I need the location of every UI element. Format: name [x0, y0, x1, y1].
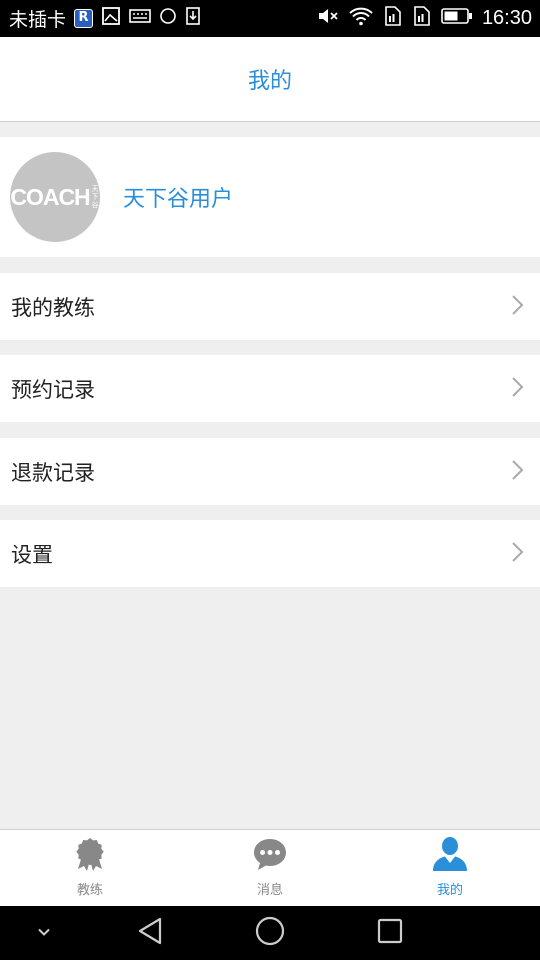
status-bar: 未插卡 R 16:30: [0, 0, 540, 37]
clock: 16:30: [481, 7, 532, 29]
menu-item-refund-records[interactable]: 退款记录: [0, 438, 540, 505]
circle-icon: [159, 7, 177, 30]
menu-item-label: 预约记录: [11, 377, 95, 402]
menu-item-label: 我的教练: [11, 295, 95, 320]
recent-apps-icon[interactable]: [376, 917, 404, 949]
page-header: 我的: [0, 37, 540, 122]
avatar[interactable]: COACH 天下谷: [10, 152, 100, 242]
tab-label: 我的: [436, 883, 463, 898]
menu-item-label: 退款记录: [11, 460, 95, 485]
profile-card[interactable]: COACH 天下谷 天下谷用户: [0, 137, 540, 257]
keyboard-icon: [129, 6, 151, 31]
sim1-icon: [383, 5, 403, 32]
back-icon[interactable]: [136, 916, 164, 950]
bottom-tab-bar: 教练 消息 我的: [0, 829, 540, 906]
menu-item-settings[interactable]: 设置: [0, 520, 540, 587]
chevron-right-icon: [510, 294, 524, 320]
system-nav-bar: [0, 906, 540, 960]
menu-item-label: 设置: [11, 542, 53, 567]
menu-item-booking-records[interactable]: 预约记录: [0, 355, 540, 422]
tab-label: 消息: [256, 883, 283, 898]
wifi-icon: [348, 6, 374, 31]
tab-label: 教练: [76, 883, 103, 898]
chevron-right-icon: [510, 459, 524, 485]
avatar-logo-subtext: 天下谷: [91, 185, 99, 209]
battery-icon: [441, 7, 473, 30]
page-title: 我的: [247, 69, 292, 94]
download-icon: [185, 6, 201, 31]
tab-me[interactable]: 我的: [360, 830, 540, 906]
avatar-logo-text: COACH: [10, 183, 90, 210]
home-icon[interactable]: [254, 915, 286, 951]
chevron-right-icon: [510, 541, 524, 567]
image-icon: [101, 6, 121, 31]
carrier-label: 未插卡: [9, 9, 67, 31]
tab-messages[interactable]: 消息: [180, 830, 360, 906]
medal-icon: [73, 836, 107, 876]
menu-item-my-coach[interactable]: 我的教练: [0, 273, 540, 340]
mute-icon: [317, 6, 339, 31]
sim2-icon: [412, 5, 432, 32]
user-icon: [431, 836, 469, 876]
chevron-right-icon: [510, 376, 524, 402]
chat-icon: [252, 836, 288, 876]
chevron-down-icon[interactable]: [35, 924, 53, 943]
username: 天下谷用户: [123, 187, 234, 212]
r-badge-icon: R: [74, 9, 94, 28]
tab-coach[interactable]: 教练: [0, 830, 180, 906]
